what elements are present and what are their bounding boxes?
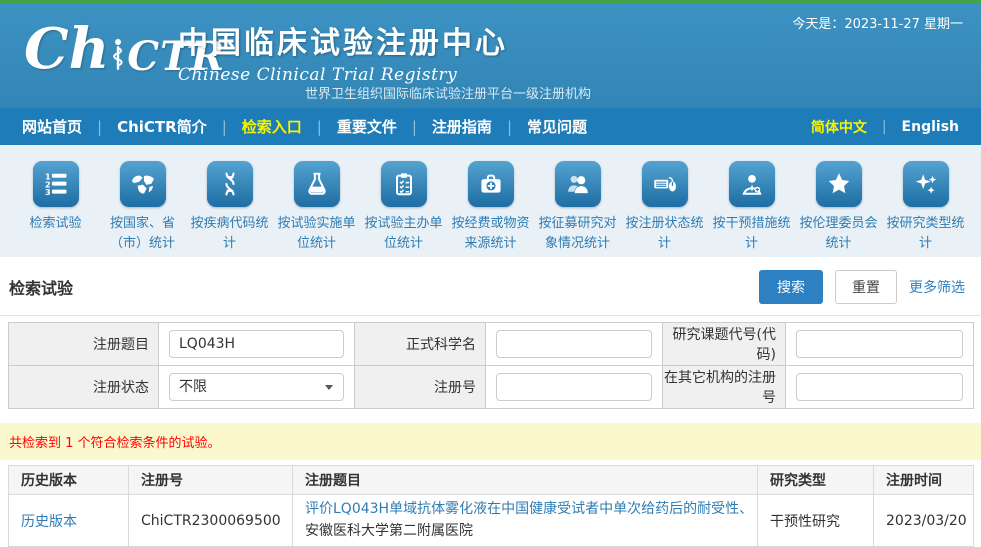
nav-divider bbox=[97, 118, 102, 136]
quicklink-label: 按伦理委员会统计 bbox=[795, 214, 882, 253]
reg-status-label: 注册状态 bbox=[9, 366, 159, 409]
quicklink-label: 按研究类型统计 bbox=[882, 214, 969, 253]
other-reg-number-input[interactable] bbox=[796, 373, 963, 401]
quick-links-bar: 1 2 3 检索试验 按国家、省（市）统计 bbox=[0, 145, 981, 257]
scientific-name-input[interactable] bbox=[496, 330, 652, 358]
col-study-type: 研究类型 bbox=[758, 466, 874, 495]
quicklink-by-country-province[interactable]: 按国家、省（市）统计 bbox=[99, 161, 186, 257]
nav-item-faq[interactable]: 常见问题 bbox=[527, 116, 587, 137]
medical-bag-icon bbox=[468, 161, 514, 207]
doctor-icon bbox=[729, 161, 775, 207]
study-type-cell: 干预性研究 bbox=[758, 495, 874, 547]
clipboard-icon bbox=[381, 161, 427, 207]
nav-divider bbox=[412, 118, 417, 136]
reg-title-label: 注册题目 bbox=[9, 323, 159, 366]
nav-divider bbox=[317, 118, 322, 136]
nav-item-guide[interactable]: 注册指南 bbox=[432, 116, 492, 137]
trial-organization: 安徽医科大学第二附属医院 bbox=[305, 521, 745, 543]
quicklink-label: 按注册状态统计 bbox=[621, 214, 708, 253]
quicklink-label: 按征募研究对象情况统计 bbox=[534, 214, 621, 253]
nav-item-home[interactable]: 网站首页 bbox=[22, 116, 82, 137]
results-header-row: 历史版本 注册号 注册题目 研究类型 注册时间 bbox=[9, 466, 974, 495]
svg-text:3: 3 bbox=[45, 187, 51, 197]
col-registration-date: 注册时间 bbox=[874, 466, 974, 495]
reg-status-select[interactable]: 不限 bbox=[169, 373, 344, 401]
quicklink-by-intervention[interactable]: 按干预措施统计 bbox=[708, 161, 795, 257]
search-section-header: 检索试验 搜索 重置 更多筛选 bbox=[0, 257, 981, 316]
col-registration-title: 注册题目 bbox=[293, 466, 758, 495]
search-actions: 搜索 重置 更多筛选 bbox=[759, 270, 965, 304]
staff-of-asclepius-icon bbox=[110, 38, 126, 75]
numbered-list-icon: 1 2 3 bbox=[33, 161, 79, 207]
quicklink-by-funding-source[interactable]: 按经费或物资来源统计 bbox=[447, 161, 534, 257]
quicklink-by-disease-code[interactable]: 按疾病代码统计 bbox=[186, 161, 273, 257]
site-title-cn: 中国临床试验注册中心 bbox=[178, 18, 508, 62]
main-nav: 网站首页 ChiCTR简介 检索入口 重要文件 注册指南 常见问题 简体中文 E… bbox=[0, 108, 981, 145]
site-title-en: Chinese Clinical Trial Registry bbox=[178, 65, 508, 85]
quicklink-label: 按经费或物资来源统计 bbox=[447, 214, 534, 253]
quicklink-by-recruitment-status[interactable]: 按征募研究对象情况统计 bbox=[534, 161, 621, 257]
nav-divider bbox=[507, 118, 512, 136]
results-table: 历史版本 注册号 注册题目 研究类型 注册时间 历史版本 ChiCTR23000… bbox=[8, 465, 974, 547]
who-tagline: 世界卫生组织国际临床试验注册平台一级注册机构 bbox=[305, 83, 591, 102]
keyboard-mouse-icon bbox=[642, 161, 688, 207]
quicklink-label: 按国家、省（市）统计 bbox=[99, 214, 186, 253]
quicklink-search-trials[interactable]: 1 2 3 检索试验 bbox=[12, 161, 99, 257]
registration-number-cell: ChiCTR2300069500 bbox=[129, 495, 293, 547]
history-version-link[interactable]: 历史版本 bbox=[21, 514, 77, 530]
language-switch: 简体中文 English bbox=[811, 117, 959, 137]
other-reg-number-label: 在其它机构的注册号 bbox=[663, 366, 786, 409]
nav-item-search-entry[interactable]: 检索入口 bbox=[242, 116, 302, 137]
lang-english[interactable]: English bbox=[902, 119, 959, 135]
quicklink-by-registration-status[interactable]: 按注册状态统计 bbox=[621, 161, 708, 257]
quicklink-label: 按试验实施单位统计 bbox=[273, 214, 360, 253]
site-title-block: 中国临床试验注册中心 Chinese Clinical Trial Regist… bbox=[178, 18, 508, 85]
quicklink-by-sponsor[interactable]: 按试验主办单位统计 bbox=[360, 161, 447, 257]
quicklink-label: 按疾病代码统计 bbox=[186, 214, 273, 253]
search-form: 注册题目 正式科学名 研究课题代号(代码) 注册状态 不限 注册号 在其它机构的… bbox=[8, 322, 974, 409]
nav-divider bbox=[882, 119, 887, 135]
registration-date-cell: 2023/03/20 bbox=[874, 495, 974, 547]
scientific-name-label: 正式科学名 bbox=[355, 323, 486, 366]
reg-title-input[interactable] bbox=[169, 330, 344, 358]
quicklink-by-implementing-site[interactable]: 按试验实施单位统计 bbox=[273, 161, 360, 257]
col-registration-number: 注册号 bbox=[129, 466, 293, 495]
table-row: 历史版本 ChiCTR2300069500 评价LQ043H单域抗体雾化液在中国… bbox=[9, 495, 974, 547]
reg-number-input[interactable] bbox=[496, 373, 652, 401]
project-code-label: 研究课题代号(代码) bbox=[663, 323, 786, 366]
logo-text-part1: Ch bbox=[24, 21, 109, 77]
quicklink-label: 按试验主办单位统计 bbox=[360, 214, 447, 253]
page-title: 检索试验 bbox=[9, 275, 73, 299]
reg-number-label: 注册号 bbox=[355, 366, 486, 409]
quicklink-by-ethics-committee[interactable]: 按伦理委员会统计 bbox=[795, 161, 882, 257]
col-history-version: 历史版本 bbox=[9, 466, 129, 495]
quicklink-label: 按干预措施统计 bbox=[708, 214, 795, 253]
lang-simplified-chinese[interactable]: 简体中文 bbox=[811, 117, 867, 137]
reset-button[interactable]: 重置 bbox=[835, 270, 897, 304]
more-filters-link[interactable]: 更多筛选 bbox=[909, 277, 965, 297]
reg-status-select-wrap: 不限 bbox=[169, 373, 344, 401]
search-button[interactable]: 搜索 bbox=[759, 270, 823, 304]
nav-item-documents[interactable]: 重要文件 bbox=[337, 116, 397, 137]
world-map-icon bbox=[120, 161, 166, 207]
flask-icon bbox=[294, 161, 340, 207]
nav-divider bbox=[222, 118, 227, 136]
nav-item-about[interactable]: ChiCTR简介 bbox=[117, 116, 207, 137]
today-date: 今天是：2023-11-27 星期一 bbox=[792, 13, 963, 32]
dna-icon bbox=[207, 161, 253, 207]
result-count-notice: 共检索到 1 个符合检索条件的试验。 bbox=[0, 423, 981, 460]
site-header: Ch CTR 中国临床试验注册中心 Chinese Clinical Trial… bbox=[0, 3, 981, 108]
sparkles-icon bbox=[903, 161, 949, 207]
quicklink-by-study-type[interactable]: 按研究类型统计 bbox=[882, 161, 969, 257]
quicklink-label: 检索试验 bbox=[29, 214, 81, 234]
people-icon bbox=[555, 161, 601, 207]
project-code-input[interactable] bbox=[796, 330, 963, 358]
star-icon bbox=[816, 161, 862, 207]
